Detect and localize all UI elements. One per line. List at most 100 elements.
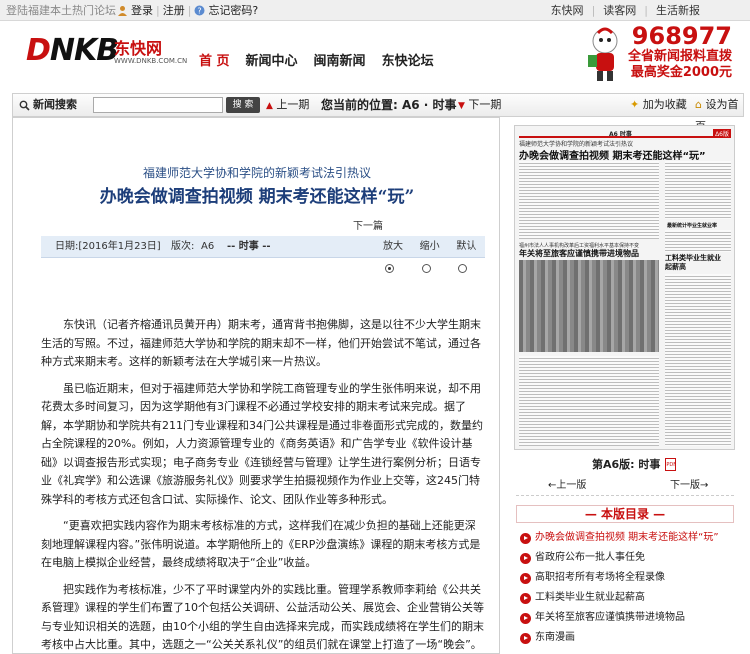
svg-text:?: ?: [198, 7, 202, 16]
newspaper-page-thumbnail[interactable]: A6 时事 Δ6版 福建师范大学协和学院的新颖考试法引热议 办晚会做调查拍视频 …: [514, 125, 735, 450]
side-headline-2: 工料类毕业生就业起薪高: [665, 254, 721, 271]
site-logo[interactable]: DNKB 东快网 WWW.DNKB.COM.CN: [26, 33, 187, 75]
link-life-daily[interactable]: 生活新报: [656, 0, 700, 21]
right-arrow-icon: →: [700, 480, 709, 491]
toc-item-label: 年关将至旅客应谨慎携带进境物品: [535, 612, 685, 623]
divider: |: [187, 4, 192, 17]
zoom-out-radio[interactable]: [421, 263, 431, 273]
next-article-link[interactable]: 下一篇: [353, 217, 383, 232]
hotline-number: 968977: [631, 22, 732, 50]
page-number-text: 第A6版: 时事: [592, 458, 661, 471]
topbar-notice[interactable]: 登陆福建本土热门论坛: [6, 0, 116, 21]
page-label: A6 时事: [609, 131, 632, 138]
page-photo: [519, 260, 659, 352]
pdf-icon[interactable]: PDF: [665, 457, 677, 471]
toc-heading: — 本版目录 —: [516, 505, 734, 523]
text-column: [665, 274, 731, 446]
article-subtitle: 福建师范大学协和学院的新颖考试法引热议: [142, 166, 371, 180]
search-label: 新闻搜索: [19, 94, 77, 116]
play-bullet-icon: [520, 572, 531, 584]
zoom-in-label: 放大: [383, 241, 403, 252]
zoom-in-radio[interactable]: [385, 263, 394, 273]
page-header-rule: A6 时事 Δ6版: [519, 129, 731, 138]
home-icon: ⌂: [695, 98, 702, 111]
article-title: 办晚会做调查拍视频 期末考还能这样“玩”: [99, 187, 415, 207]
edition-value: A6: [201, 241, 215, 252]
text-column: [665, 161, 731, 219]
nav-news[interactable]: 新闻中心: [246, 50, 298, 69]
link-duke[interactable]: 读客网: [603, 0, 636, 21]
play-bullet-icon: [520, 592, 531, 604]
favorite-text: 加为收藏: [642, 98, 687, 111]
article-body: 东快讯（记者齐榕通讯员黄开冉）期末考，通宵背书抱佛脚，这是以往不少大学生期末生活…: [41, 316, 485, 653]
divider: |: [644, 4, 648, 17]
hotline-text-1: 全省新闻报料直拨: [627, 49, 732, 64]
prev-issue-text: 上一期: [276, 98, 310, 111]
question-icon: ?: [194, 5, 205, 16]
play-bullet-icon: [520, 552, 531, 564]
hotline-box: 968977 全省新闻报料直拨 最高奖金2000元: [628, 23, 732, 81]
article-paragraph: “更喜欢把实践内容作为期末考核标准的方式，这样我们在减少负担的基础上还能更深刻地…: [41, 519, 481, 569]
toc-item[interactable]: 年关将至旅客应谨慎携带进境物品: [520, 608, 742, 628]
search-button[interactable]: 搜 索: [226, 97, 260, 113]
zoom-out-option[interactable]: 缩小: [420, 236, 449, 280]
play-bullet-icon: [520, 632, 531, 644]
nav-forum[interactable]: 东快论坛: [382, 50, 434, 69]
next-page-text: 下一版: [670, 480, 700, 491]
nav-minnan[interactable]: 闽南新闻: [314, 50, 366, 69]
up-triangle-icon: ▲: [266, 101, 273, 111]
star-icon: ✦: [630, 98, 640, 111]
register-link[interactable]: 注册: [163, 0, 185, 21]
toc-list: 办晚会做调查拍视频 期末考还能这样“玩” 省政府公布一批人事任免 高职招考所有考…: [520, 528, 742, 648]
toc-item[interactable]: 工料类毕业生就业起薪高: [520, 588, 742, 608]
logo-url: WWW.DNKB.COM.CN: [114, 57, 188, 65]
mascot-icon: [588, 27, 618, 81]
toc-item[interactable]: 省政府公布一批人事任免: [520, 548, 742, 568]
zoom-out-label: 缩小: [419, 241, 440, 252]
page-headline: 办晚会做调查拍视频 期末考还能这样“玩”: [519, 151, 706, 162]
top-bar: 登陆福建本土热门论坛 登录 | 注册 | ? 忘记密码? 东快网 | 读客网 |…: [0, 0, 750, 21]
next-issue-text: 下一期: [468, 98, 502, 111]
link-dnkb[interactable]: 东快网: [551, 0, 584, 21]
main-nav: 首 页 新闻中心 闽南新闻 东快论坛: [199, 50, 434, 69]
edition-tag: Δ6版: [713, 129, 731, 138]
current-location: 您当前的位置: A6 · 时事: [321, 98, 457, 112]
zoom-default-option[interactable]: 默认: [456, 236, 485, 280]
zoom-in-option[interactable]: 放大: [383, 236, 412, 280]
divider: [516, 495, 734, 496]
favorite-link[interactable]: ✦ 加为收藏: [630, 94, 687, 116]
login-link[interactable]: 登录: [131, 0, 153, 21]
prev-page-text: 上一版: [556, 480, 587, 491]
toc-item[interactable]: 办晚会做调查拍视频 期末考还能这样“玩”: [520, 528, 742, 548]
search-label-text: 新闻搜索: [33, 98, 77, 111]
text-column: [665, 230, 731, 252]
toc-item-label: 东南漫画: [535, 632, 575, 643]
nav-home[interactable]: 首 页: [199, 50, 230, 69]
article-paragraph: 虽已临近期末，但对于福建师范大学协和学院工商管理专业的学生张伟明来说，却不用花费…: [41, 381, 483, 506]
divider: |: [156, 4, 160, 17]
next-page-link[interactable]: 下一版→: [670, 476, 708, 491]
news-toolbar: 新闻搜索 搜 索 ▲ 上一期 您当前的位置: A6 · 时事 ▼ 下一期 ✦ 加…: [12, 93, 744, 133]
toc-item[interactable]: 东南漫画: [520, 628, 742, 648]
toc-item[interactable]: 高职招考所有考场将全程录像: [520, 568, 742, 588]
article-panel: 福建师范大学协和学院的新颖考试法引热议 办晚会做调查拍视频 期末考还能这样“玩”…: [12, 117, 500, 654]
toc-item-label: 办晚会做调查拍视频 期末考还能这样“玩”: [535, 532, 719, 543]
next-issue-link[interactable]: ▼ 下一期: [458, 94, 501, 117]
prev-issue-link[interactable]: ▲ 上一期: [266, 94, 309, 117]
play-bullet-icon: [520, 532, 531, 544]
section-label: -- 时事 --: [227, 241, 271, 252]
search-icon: [19, 100, 30, 111]
page-sub-headline: 年关将至旅客应谨慎携带进境物品: [519, 249, 639, 258]
zoom-default-radio[interactable]: [458, 263, 468, 273]
topbar-links: 东快网 | 读客网 | 生活新报: [551, 0, 700, 21]
toc-item-label: 工料类毕业生就业起薪高: [535, 592, 645, 603]
forgot-password-link[interactable]: 忘记密码?: [208, 0, 258, 21]
text-column: [519, 161, 659, 239]
prev-page-link[interactable]: ←上一版: [548, 476, 586, 491]
logo-cn: 东快网: [114, 39, 163, 58]
article-paragraph: 东快讯（记者齐榕通讯员黄开冉）期末考，通宵背书抱佛脚，这是以往不少大学生期末生活…: [41, 318, 481, 368]
search-input[interactable]: [93, 97, 223, 113]
hotline-text-2: 最高奖金2000元: [630, 65, 732, 80]
down-triangle-icon: ▼: [458, 101, 465, 111]
play-bullet-icon: [520, 612, 531, 624]
